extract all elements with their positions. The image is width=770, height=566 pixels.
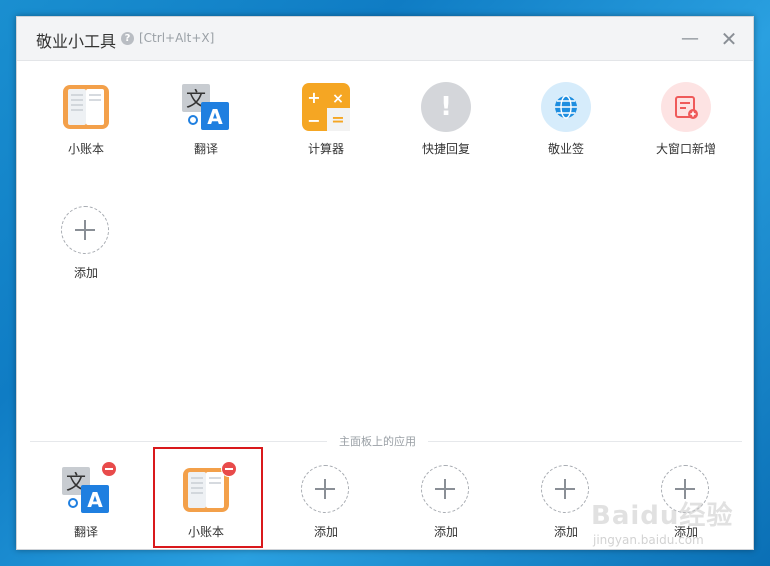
tool-jingye-note[interactable]: 敬业签 [516,82,616,157]
tool-ledger[interactable]: 小账本 [36,82,136,157]
watermark-logo: Baidu经验 [591,501,734,531]
selection-highlight [153,447,263,548]
panel-item-label: 翻译 [73,525,98,539]
panel-item-label: 添加 [433,525,458,539]
tool-quick-reply[interactable]: ! 快捷回复 [396,82,496,157]
close-button[interactable]: ✕ [716,26,742,52]
plus-icon [421,465,471,515]
svg-text:A: A [87,488,103,512]
plus-icon [301,465,351,515]
tool-label: 敬业签 [547,142,584,156]
tool-large-window-add[interactable]: 大窗口新增 [636,82,736,157]
minimize-button[interactable]: — [677,26,703,52]
ledger-book-icon [61,82,111,132]
tool-add[interactable]: 添加 [36,206,136,281]
exclamation-icon: ! [421,82,471,132]
svg-text:−: − [307,111,320,130]
tool-label: 计算器 [307,142,344,156]
title-bar: 敬业小工具 ? [Ctrl+Alt+X] — ✕ [17,17,753,61]
svg-text:×: × [332,91,344,107]
watermark-url: jingyan.baidu.com [593,533,704,547]
panel-item-add[interactable]: 添加 [396,465,496,540]
plus-icon [541,465,591,515]
tool-label: 大窗口新增 [655,142,716,156]
tool-label: 小账本 [67,142,104,156]
tools-window: 敬业小工具 ? [Ctrl+Alt+X] — ✕ 小账本 文 A 翻译 + × … [16,16,754,550]
translate-icon: 文 A [61,461,117,515]
translate-icon: 文 A [181,82,231,132]
shortcut-hint: [Ctrl+Alt+X] [139,31,215,45]
calculator-icon: + × − = [301,82,351,132]
window-title: 敬业小工具 [36,32,117,51]
tool-label: 快捷回复 [421,142,470,156]
svg-text:A: A [207,105,223,129]
globe-icon [541,82,591,132]
panel-item-translate[interactable]: 文 A 翻译 [36,461,136,540]
note-add-icon [661,82,711,132]
help-icon[interactable]: ? [121,32,134,45]
plus-icon [61,206,111,256]
tool-label: 翻译 [193,142,218,156]
tool-translate[interactable]: 文 A 翻译 [156,82,256,157]
remove-icon[interactable] [101,461,117,477]
panel-section-label: 主面板上的应用 [327,433,428,449]
tool-label: 添加 [73,266,98,280]
panel-item-label: 添加 [313,525,338,539]
tool-calculator[interactable]: + × − = 计算器 [276,82,376,157]
svg-text:+: + [307,88,320,107]
panel-item-add[interactable]: 添加 [276,465,376,540]
svg-text:=: = [331,110,344,129]
